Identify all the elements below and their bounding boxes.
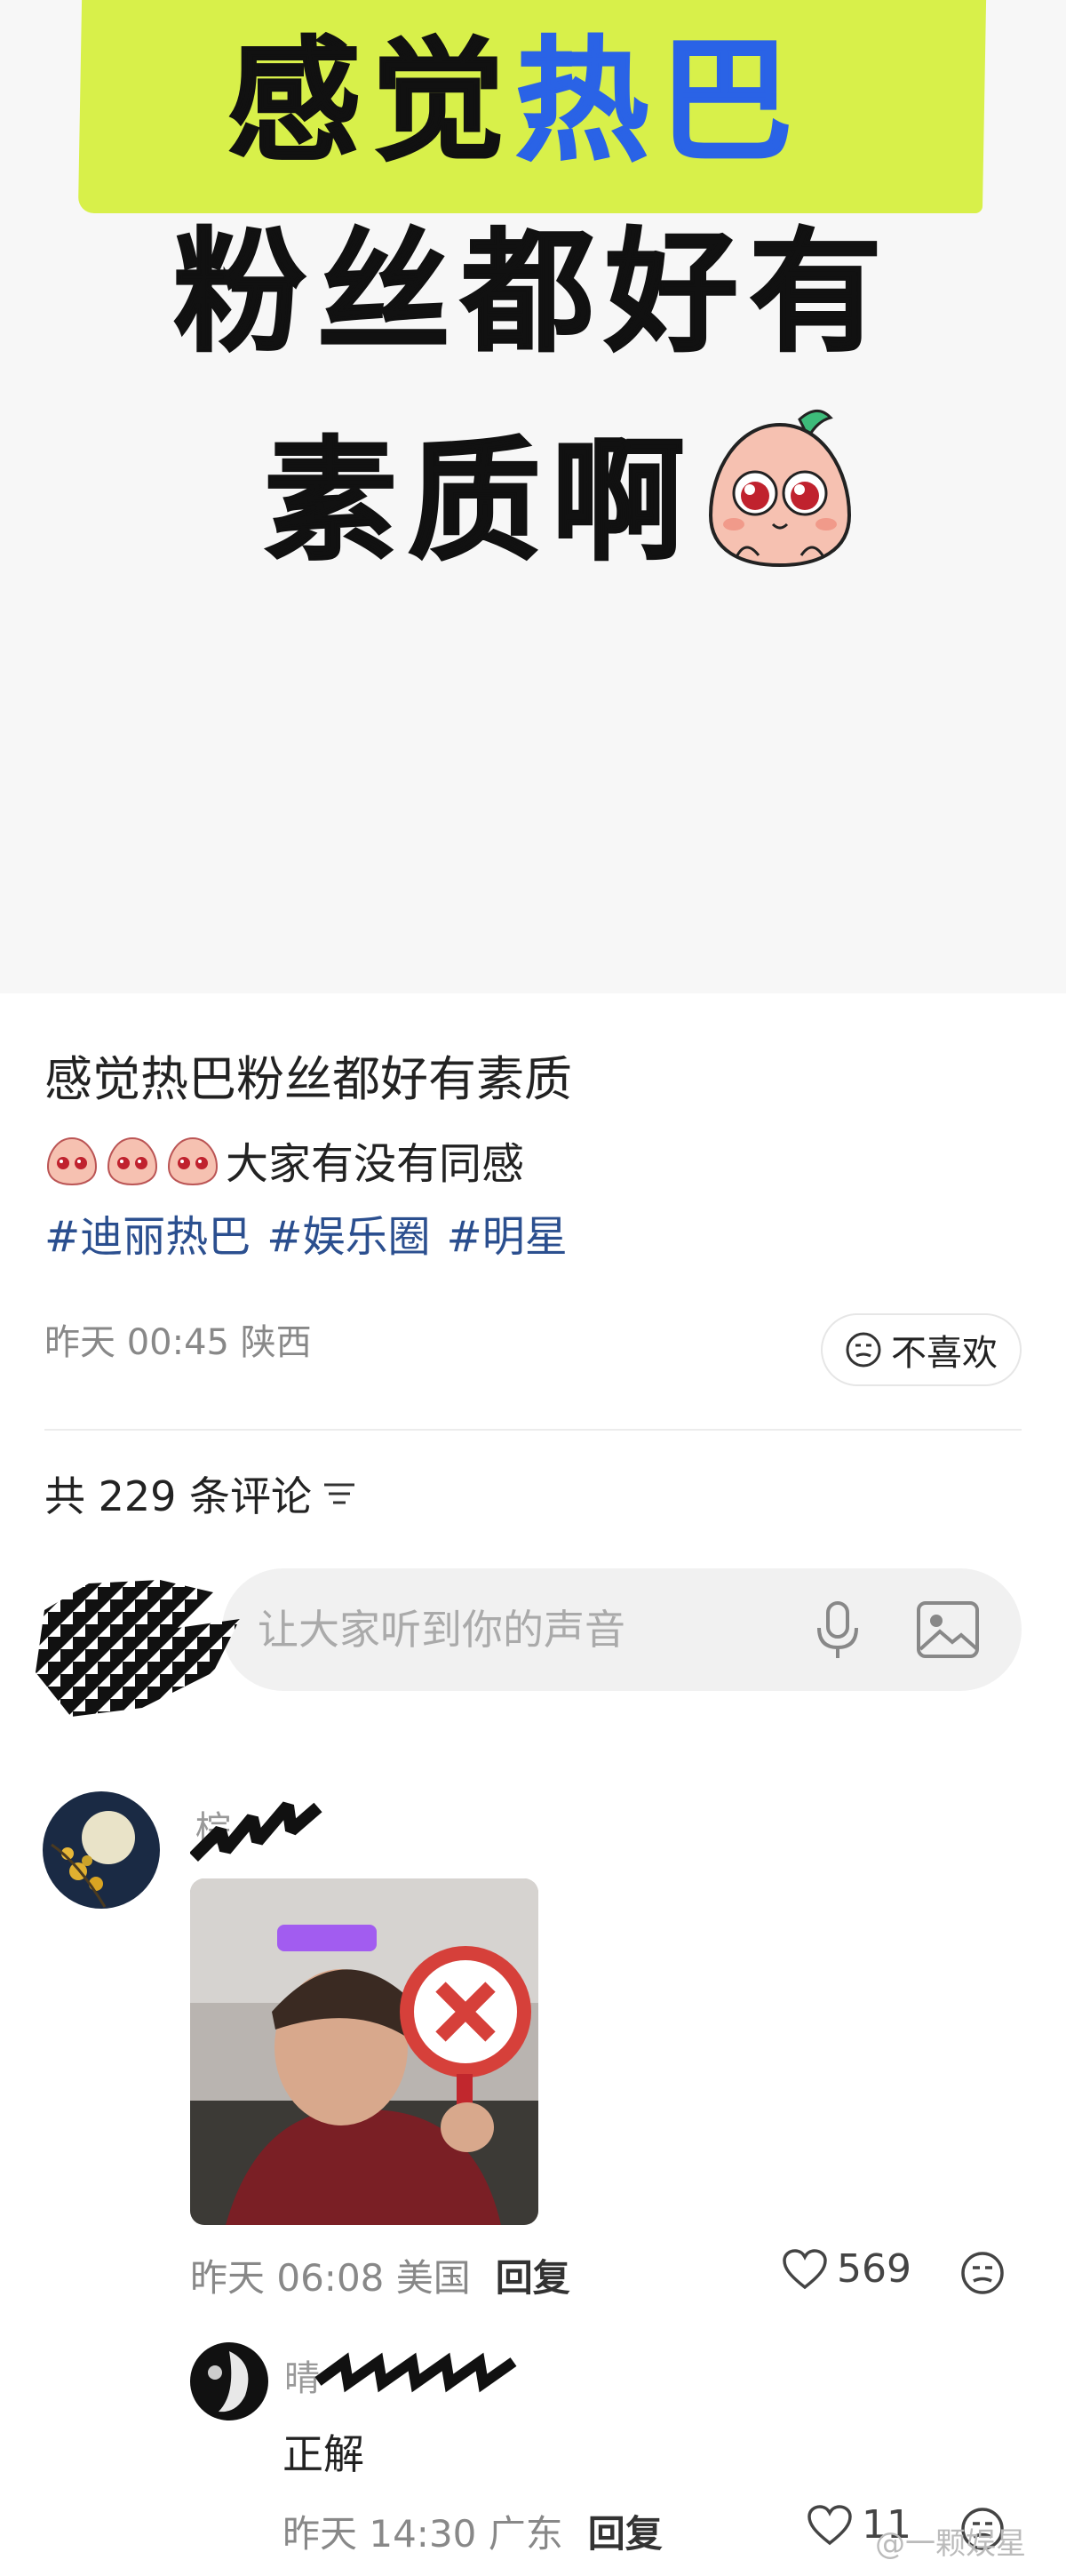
user-avatar[interactable] — [43, 1791, 160, 1909]
sort-icon[interactable] — [321, 1478, 358, 1510]
heart-icon — [807, 2504, 852, 2545]
peach-emoji-icon — [107, 1136, 158, 1186]
post-cover-image[interactable]: 感觉热巴 粉丝都好有 素质啊 — [0, 0, 1066, 993]
reply-button[interactable]: 回复 — [588, 2504, 663, 2558]
like-count: 569 — [837, 2246, 911, 2292]
comments-count-text: 共 229 条评论 — [44, 1472, 313, 1520]
tag-link[interactable]: #娱乐圈 — [266, 1201, 430, 1264]
commenter-name-censored[interactable]: 棕 — [190, 1795, 332, 1875]
cover-line-1-black: 感觉 — [227, 25, 515, 179]
like-button[interactable]: 569 — [782, 2246, 911, 2292]
watermark: @一颗娱星 — [875, 2519, 1026, 2563]
peach-emoji-icon — [167, 1136, 219, 1186]
comment-meta: 昨天 14:30 广东 回复 — [282, 2504, 663, 2558]
censored-avatar — [36, 1580, 240, 1717]
microphone-icon[interactable] — [807, 1598, 869, 1662]
user-avatar[interactable] — [190, 2342, 268, 2420]
comment-time-location: 昨天 14:30 广东 — [282, 2512, 563, 2556]
tag-link[interactable]: #明星 — [446, 1201, 567, 1264]
cover-line-3: 素质啊 — [263, 425, 696, 579]
meh-face-icon — [846, 1332, 881, 1368]
comment-input-bar[interactable] — [222, 1568, 1022, 1691]
comment-meta: 昨天 06:08 美国 回复 — [190, 2248, 570, 2302]
peach-emoji-icon — [708, 410, 852, 568]
comment-time-location: 昨天 06:08 美国 — [190, 2256, 471, 2300]
comment-image[interactable] — [190, 1878, 538, 2225]
heart-icon — [783, 2248, 827, 2289]
commenter-name-censored[interactable]: 晴 — [282, 2346, 549, 2399]
comment-text: 正解 — [282, 2430, 364, 2478]
divider — [44, 1429, 1022, 1431]
post-body: 大家有没有同感 — [44, 1128, 524, 1191]
dislike-label: 不喜欢 — [891, 1333, 998, 1374]
post-title: 感觉热巴粉丝都好有素质 — [44, 1051, 572, 1107]
comments-count[interactable]: 共 229 条评论 — [44, 1464, 358, 1523]
scribble-censor — [314, 2352, 517, 2393]
post-body-text: 大家有没有同感 — [226, 1139, 525, 1189]
cover-line-1-blue: 热巴 — [514, 25, 804, 179]
peach-emoji-icon — [46, 1136, 98, 1186]
post-page: 感觉热巴 粉丝都好有 素质啊 感觉热巴粉丝都好有素质 大家有没有同感 #迪丽热巴 — [0, 0, 1066, 2576]
image-icon[interactable] — [913, 1598, 982, 1662]
post-meta-time-location: 昨天 00:45 陕西 — [44, 1322, 312, 1363]
cover-line-2: 粉丝都好有 — [172, 216, 893, 371]
comment-input[interactable] — [258, 1568, 808, 1691]
cover-line-1: 感觉热巴 — [0, 35, 1066, 170]
watermark-text: @一颗娱星 — [875, 2526, 1026, 2562]
post-tags: #迪丽热巴 #娱乐圈 #明星 — [44, 1201, 568, 1264]
reply-button[interactable]: 回复 — [496, 2248, 570, 2302]
scribble-censor — [190, 1801, 322, 1862]
tag-link[interactable]: #迪丽热巴 — [44, 1201, 251, 1264]
dislike-button[interactable]: 不喜欢 — [821, 1313, 1022, 1386]
meh-face-icon[interactable] — [959, 2250, 1006, 2296]
